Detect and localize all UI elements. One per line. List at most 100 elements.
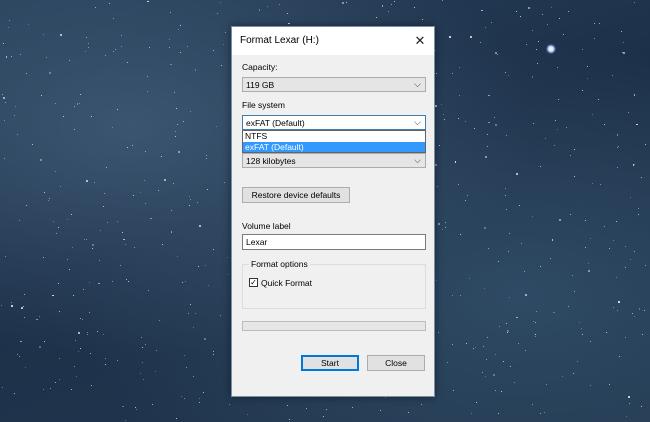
star <box>16 134 18 136</box>
star <box>158 319 161 322</box>
close-button[interactable]: Close <box>367 355 425 371</box>
star <box>142 378 144 380</box>
star <box>87 43 89 45</box>
star <box>625 246 627 248</box>
file-system-option-ntfs[interactable]: NTFS <box>243 131 425 142</box>
star <box>605 331 607 333</box>
star <box>120 46 122 48</box>
star <box>207 285 209 287</box>
star <box>2 97 5 99</box>
star <box>622 42 624 44</box>
star <box>551 6 553 8</box>
star <box>48 199 50 201</box>
desktop-wallpaper: Format Lexar (H:) ✕ Capacity: 119 GB ⌵ F… <box>0 0 650 422</box>
star <box>623 52 626 55</box>
star <box>536 310 538 312</box>
title-bar: Format Lexar (H:) ✕ <box>232 27 434 55</box>
star <box>113 17 115 19</box>
volume-label-input[interactable]: Lexar <box>242 234 426 250</box>
star <box>503 361 505 363</box>
star <box>624 337 626 339</box>
star <box>531 76 534 78</box>
star <box>55 102 57 104</box>
star <box>345 2 347 4</box>
star <box>161 244 163 246</box>
star <box>287 405 289 407</box>
capacity-select[interactable]: 119 GB ⌵ <box>242 77 426 92</box>
restore-defaults-button[interactable]: Restore device defaults <box>242 187 350 203</box>
star <box>444 222 446 224</box>
star <box>199 401 201 403</box>
star <box>174 135 176 137</box>
star <box>435 50 437 52</box>
star <box>86 180 88 182</box>
star <box>459 233 461 235</box>
star <box>146 76 148 78</box>
star <box>195 312 197 314</box>
quick-format-label[interactable]: Quick Format <box>261 278 312 288</box>
star <box>325 409 327 411</box>
star <box>557 98 559 100</box>
star <box>515 173 518 176</box>
star <box>540 265 542 267</box>
star <box>642 334 644 336</box>
star <box>559 17 561 19</box>
star <box>78 331 81 334</box>
allocation-unit-select[interactable]: 128 kilobytes ⌵ <box>242 153 426 168</box>
star <box>565 126 567 128</box>
star <box>470 413 472 415</box>
star <box>213 49 215 51</box>
star <box>612 306 614 308</box>
star <box>593 37 595 39</box>
star <box>144 202 146 204</box>
star <box>98 282 100 285</box>
star <box>631 313 633 315</box>
star <box>124 243 126 245</box>
star <box>126 62 128 64</box>
star <box>441 104 443 106</box>
star <box>387 10 389 12</box>
start-button[interactable]: Start <box>301 355 359 371</box>
star <box>506 331 508 333</box>
star <box>484 156 487 159</box>
star <box>82 319 84 321</box>
file-system-select[interactable]: exFAT (Default) ⌵ <box>242 115 426 130</box>
star <box>224 31 226 33</box>
star <box>508 296 510 298</box>
star <box>140 373 142 375</box>
star <box>184 397 186 399</box>
star <box>86 239 88 241</box>
star <box>629 259 631 261</box>
star <box>86 333 88 335</box>
star <box>197 265 199 267</box>
star <box>182 281 184 283</box>
quick-format-checkbox[interactable]: ✓ <box>249 278 258 287</box>
star <box>585 246 587 248</box>
star <box>458 66 460 68</box>
star <box>202 391 204 393</box>
star <box>59 311 61 313</box>
star <box>494 124 497 127</box>
star <box>258 9 261 11</box>
star <box>451 72 453 74</box>
star <box>532 216 534 218</box>
star <box>59 357 61 359</box>
capacity-value: 119 GB <box>246 80 275 90</box>
star <box>551 239 554 241</box>
close-icon[interactable]: ✕ <box>410 31 430 51</box>
star <box>447 362 449 364</box>
star <box>104 192 106 194</box>
star <box>147 0 149 3</box>
star <box>545 138 547 140</box>
star <box>28 24 30 26</box>
star <box>206 154 208 156</box>
file-system-option-exfat[interactable]: exFAT (Default) <box>243 141 425 152</box>
star <box>55 382 57 384</box>
star <box>526 44 528 46</box>
star <box>66 259 68 261</box>
star <box>497 53 499 55</box>
star <box>73 294 75 296</box>
star <box>1 305 3 307</box>
star <box>63 116 65 118</box>
star <box>518 204 520 206</box>
